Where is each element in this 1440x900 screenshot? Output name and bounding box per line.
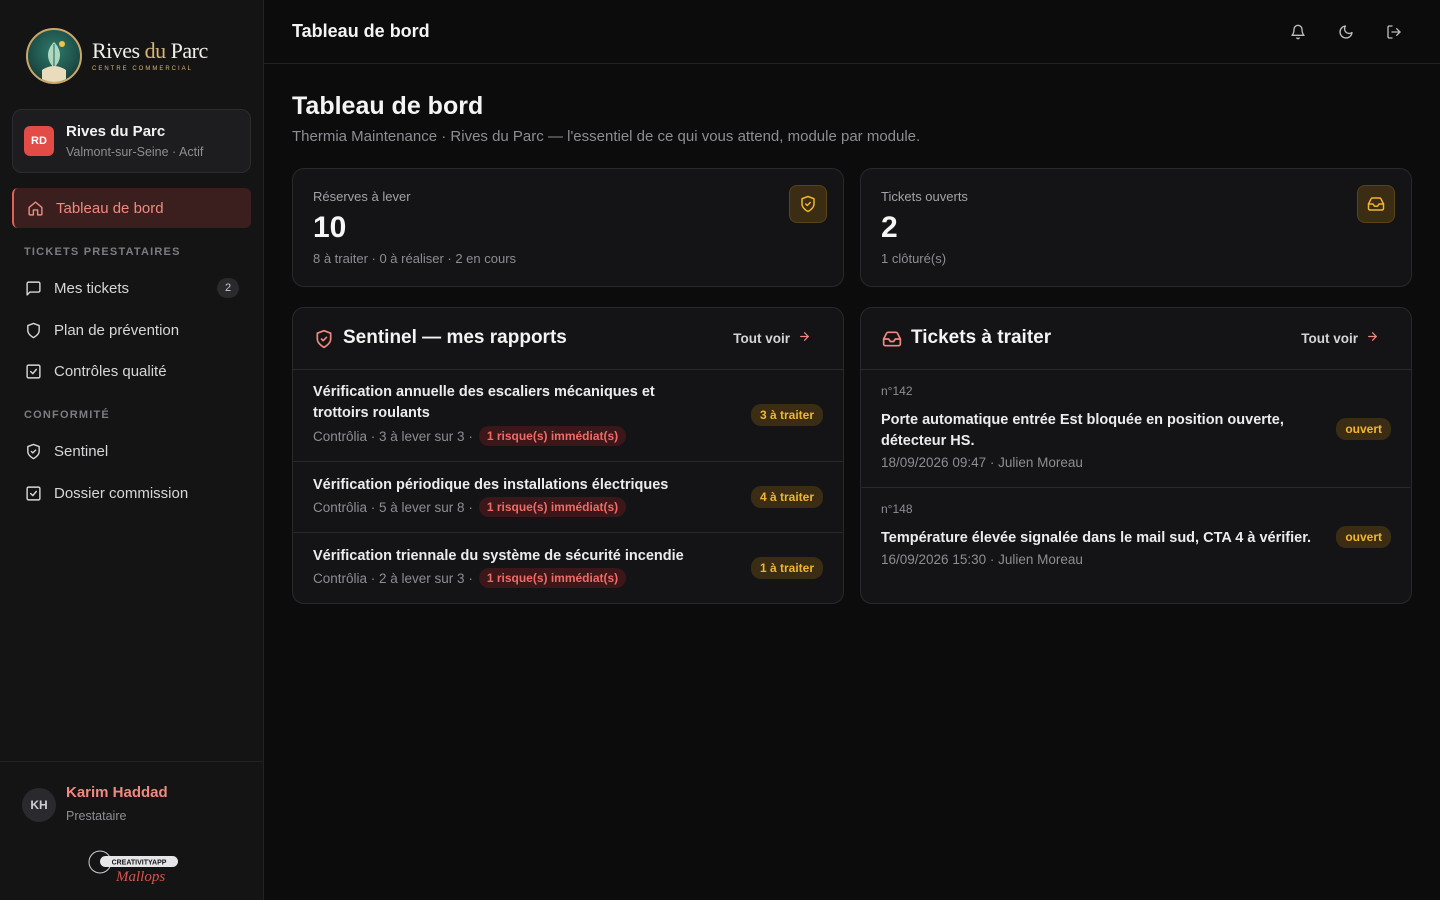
sentinel-reports-panel: Sentinel — mes rapports Tout voir Vérifi… [292, 307, 844, 604]
user-role: Prestataire [66, 809, 127, 823]
home-icon [26, 199, 44, 217]
status-badge: 1 à traiter [750, 557, 823, 579]
check-square-icon [24, 362, 42, 380]
bell-icon[interactable] [1288, 22, 1308, 42]
nav-item-sentinel[interactable]: Sentinel [12, 431, 251, 471]
check-square-icon [24, 484, 42, 502]
message-square-icon [24, 279, 42, 297]
credit-script-text: Mallops [115, 869, 165, 885]
nav-item-dashboard[interactable]: Tableau de bord [12, 188, 251, 228]
nav-item-label: Sentinel [54, 442, 109, 460]
report-meta-text: Contrôlia · 5 à lever sur 8 · [313, 499, 473, 515]
site-name: Rives du Parc [66, 123, 166, 140]
stat-card-reserves[interactable]: Réserves à lever 10 8 à traiter · 0 à ré… [292, 168, 844, 287]
stat-label: Tickets ouverts [881, 189, 968, 204]
nav-item-quality-controls[interactable]: Contrôles qualité [12, 351, 251, 391]
status-badge: ouvert [1336, 526, 1391, 548]
ticket-number: n°142 [881, 384, 913, 398]
sidebar: Rives du Parc CENTRE COMMERCIAL RD Rives… [0, 0, 264, 900]
ticket-title: Température élevée signalée dans le mail… [881, 530, 1312, 546]
report-meta: Contrôlia · 2 à lever sur 3 · 1 risque(s… [313, 568, 627, 588]
list-item[interactable]: Vérification triennale du système de séc… [293, 533, 843, 604]
nav-section-tickets: TICKETS PRESTATAIRES [24, 246, 181, 258]
ticket-number: n°148 [881, 502, 913, 516]
page-subtitle: Thermia Maintenance · Rives du Parc — l'… [292, 128, 921, 145]
list-item[interactable]: Vérification annuelle des escaliers méca… [293, 370, 843, 462]
nav-section-compliance: CONFORMITÉ [24, 409, 110, 421]
report-meta: Contrôlia · 5 à lever sur 8 · 1 risque(s… [313, 497, 627, 517]
moon-icon[interactable] [1336, 22, 1356, 42]
brand-emblem-icon [26, 28, 82, 84]
status-badge: ouvert [1336, 418, 1391, 440]
stat-detail: 8 à traiter · 0 à réaliser · 2 en cours [313, 251, 517, 266]
credit-top-text: CREATIVITYAPP [112, 860, 167, 867]
see-all-label: Tout voir [1301, 330, 1358, 346]
nav-item-commission-file[interactable]: Dossier commission [12, 473, 251, 513]
risk-badge: 1 risque(s) immédiat(s) [478, 568, 627, 588]
list-item[interactable]: n°142 Porte automatique entrée Est bloqu… [861, 370, 1411, 488]
shield-icon [24, 321, 42, 339]
shield-check-icon [314, 329, 334, 349]
panel-header: Tickets à traiter Tout voir [861, 308, 1411, 370]
risk-badge: 1 risque(s) immédiat(s) [478, 497, 627, 517]
see-all-link[interactable]: Tout voir [733, 330, 811, 346]
nav-item-prevention-plan[interactable]: Plan de prévention [12, 310, 251, 350]
nav-item-label: Tableau de bord [56, 199, 164, 217]
user-name: Karim Haddad [66, 784, 168, 801]
shield-check-icon [789, 185, 827, 223]
inbox-icon [882, 329, 902, 349]
top-bar: Tableau de bord [264, 0, 1440, 64]
site-initials-badge: RD [24, 126, 54, 156]
logout-icon[interactable] [1384, 22, 1404, 42]
stat-label: Réserves à lever [313, 189, 411, 204]
report-title: Vérification triennale du système de séc… [313, 548, 684, 564]
tickets-count-badge: 2 [217, 278, 239, 298]
report-title: Vérification annuelle des escaliers méca… [313, 384, 655, 421]
panel-title: Sentinel — mes rapports [343, 327, 567, 348]
site-selector[interactable]: RD Rives du Parc Valmont-sur-Seine · Act… [12, 109, 251, 173]
user-profile[interactable]: KH Karim Haddad Prestataire CREATIVITYAP… [0, 761, 264, 900]
avatar: KH [22, 788, 56, 822]
nav-item-label: Plan de prévention [54, 321, 180, 339]
site-location: Valmont-sur-Seine · Actif [66, 145, 204, 159]
status-badge: 4 à traiter [750, 486, 823, 508]
report-title: Vérification périodique des installation… [313, 477, 669, 493]
nav-item-label: Contrôles qualité [54, 362, 167, 380]
ticket-meta: 16/09/2026 15:30 · Julien Moreau [881, 552, 1083, 567]
brand-logo[interactable]: Rives du Parc CENTRE COMMERCIAL [26, 28, 208, 84]
creativityapp-credit-logo: CREATIVITYAPP Mallops [86, 846, 180, 886]
nav-item-my-tickets[interactable]: Mes tickets 2 [12, 268, 251, 308]
brand-subtitle: CENTRE COMMERCIAL [92, 66, 194, 72]
page-title: Tableau de bord [292, 92, 484, 120]
arrow-right-icon [798, 330, 811, 346]
report-meta-text: Contrôlia · 3 à lever sur 3 · [313, 428, 473, 444]
ticket-title: Porte automatique entrée Est bloquée en … [881, 412, 1284, 449]
inbox-icon [1357, 185, 1395, 223]
panel-title: Tickets à traiter [911, 327, 1052, 348]
see-all-link[interactable]: Tout voir [1301, 330, 1379, 346]
report-meta-text: Contrôlia · 2 à lever sur 3 · [313, 570, 473, 586]
tickets-to-process-panel: Tickets à traiter Tout voir n°142 Porte … [860, 307, 1412, 604]
panel-header: Sentinel — mes rapports Tout voir [293, 308, 843, 370]
topbar-title: Tableau de bord [292, 21, 430, 41]
stat-value: 2 [881, 211, 898, 244]
stat-detail: 1 clôturé(s) [881, 251, 947, 266]
status-badge: 3 à traiter [750, 404, 823, 426]
risk-badge: 1 risque(s) immédiat(s) [478, 426, 627, 446]
stat-value: 10 [313, 211, 347, 244]
nav-item-label: Dossier commission [54, 484, 189, 502]
list-item[interactable]: Vérification périodique des installation… [293, 462, 843, 533]
nav-item-label: Mes tickets [54, 279, 130, 297]
list-item[interactable]: n°148 Température élevée signalée dans l… [861, 488, 1411, 604]
brand-name: Rives du Parc [92, 38, 208, 63]
shield-check-icon [24, 442, 42, 460]
report-meta: Contrôlia · 3 à lever sur 3 · 1 risque(s… [313, 426, 627, 446]
arrow-right-icon [1366, 330, 1379, 346]
see-all-label: Tout voir [733, 330, 790, 346]
ticket-meta: 18/09/2026 09:47 · Julien Moreau [881, 455, 1083, 470]
stat-card-tickets[interactable]: Tickets ouverts 2 1 clôturé(s) [860, 168, 1412, 287]
